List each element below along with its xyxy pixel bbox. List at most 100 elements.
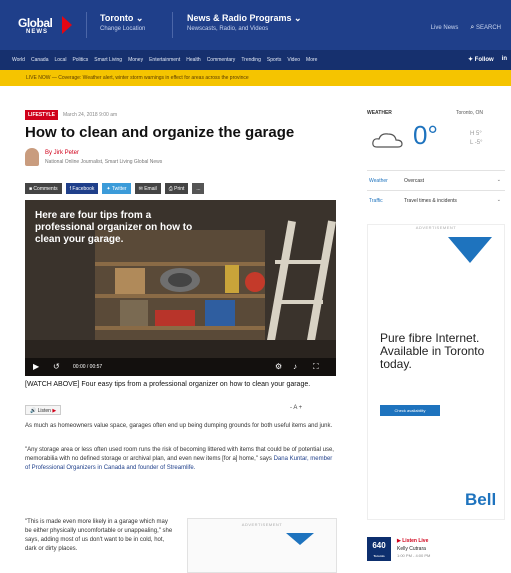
email-share-button[interactable]: ✉ Email [134,183,161,194]
nav-item-entertainment[interactable]: Entertainment [149,57,180,63]
video-overlay-caption: Here are four tips from a professional o… [35,210,193,245]
speaker-icon: 🔊 [30,408,37,414]
play-icon: ▶ [397,538,401,544]
breaking-alert-bar[interactable]: LIVE NOW — Coverage: Weather alert, wint… [0,70,511,86]
programs-selector[interactable]: News & Radio Programs ⌄ Newscasts, Radio… [187,13,302,32]
ad-label: ADVERTISEMENT [415,225,457,230]
article-paragraph: As much as homeowners value space, garag… [25,423,333,429]
chevron-down-icon: ⌄ [135,13,144,23]
category-badge[interactable]: LIFESTYLE [25,110,58,120]
header-divider [86,12,87,38]
main-nav: World Canada Local Politics Smart Living… [0,50,511,70]
listen-button[interactable]: 🔊 Listen ▶ [25,405,62,415]
search-button[interactable]: ⌕ SEARCH [470,24,501,32]
radio-show-name: Kelly Cutrara [397,546,426,552]
twitter-share-button[interactable]: ✦ Twitter [102,183,131,194]
logo-word: Global [18,16,53,30]
ad-chevron-icon [286,533,314,545]
nav-item-politics[interactable]: Politics [72,57,88,63]
comment-icon: ■ [29,186,33,192]
logo-mark-icon [62,16,72,34]
twitter-label: Twitter [111,186,127,192]
nav-item-money[interactable]: Money [128,57,143,63]
print-button[interactable]: ⎙ Print [164,183,189,194]
replay-icon[interactable]: ↺ [53,362,60,371]
play-icon[interactable]: ▶ [33,362,39,371]
weather-row[interactable]: Weather Overcast ⌄ [367,170,505,190]
video-caption-text: [WATCH ABOVE] Four easy tips from a prof… [25,381,311,388]
article-paragraph: "This is made even more likely in a gara… [25,519,173,552]
video-player[interactable]: Here are four tips from a professional o… [25,200,336,376]
nav-item-canada[interactable]: Canada [31,57,49,63]
facebook-label: Facebook [72,186,95,192]
global-news-logo[interactable]: Global NEWS [14,12,74,38]
traffic-row[interactable]: Traffic Travel times & incidents ⌄ [367,190,505,210]
temperature-hi-lo: H 5° L -5° [470,130,483,148]
listen-live-label: Listen Live [402,538,429,544]
nav-item-sports[interactable]: Sports [267,57,281,63]
email-label: Email [144,186,157,192]
live-news-link[interactable]: Live News [431,25,459,31]
font-size-control[interactable]: - A + [290,405,302,411]
change-location-link: Change Location [100,26,146,32]
search-label: SEARCH [475,25,501,31]
inline-advertisement[interactable]: ADVERTISEMENT [187,518,337,573]
sidebar-advertisement[interactable]: ADVERTISEMENT Pure fibre Internet. Avail… [367,224,505,520]
row-key: Traffic [369,198,383,204]
nav-item-world[interactable]: World [12,57,25,63]
twitter-follow-button[interactable]: ✦ Follow [468,56,494,63]
bell-logo: Bell [465,490,497,509]
chevron-down-icon: ⌄ [496,197,501,203]
ad-chevron-icon [448,237,492,263]
nav-item-local[interactable]: Local [54,57,66,63]
high-temp: H 5° [470,131,482,137]
site-header: Global NEWS Toronto ⌄ Change Location Ne… [0,0,511,50]
station-number: 640 [372,541,386,550]
volume-icon[interactable]: ♪ [293,362,297,371]
chevron-down-icon: ⌄ [496,177,501,183]
current-temperature: 0° [413,120,438,150]
radio-station-logo: 640 Toronto [367,537,391,561]
radio-show-time: 1:00 PM - 4:00 PM [397,553,431,558]
chevron-down-icon: ⌄ [294,13,302,23]
nav-item-trending[interactable]: Trending [241,57,261,63]
nav-item-video[interactable]: Video [287,57,300,63]
station-city: Toronto [373,554,385,558]
facebook-share-button[interactable]: f Facebook [65,183,99,194]
weather-location[interactable]: Toronto, ON [456,110,483,116]
settings-icon[interactable]: ⚙ [275,362,282,371]
linkedin-icon[interactable]: in [502,56,507,63]
comments-button[interactable]: ■ Comments [25,183,62,194]
email-icon: ✉ [138,186,143,192]
author-box: By Jirk Peter National Online Journalist… [25,148,162,166]
article-title: How to clean and organize the garage [25,124,295,141]
article-meta: LIFESTYLE March 24, 2018 9:00 am [25,110,117,120]
programs-label: News & Radio Programs [187,13,292,23]
nav-item-more[interactable]: More [306,57,317,63]
search-icon: ⌕ [470,24,475,31]
header-divider [172,12,173,38]
header-actions: Live News ⌕ SEARCH [431,24,501,32]
ad-label: ADVERTISEMENT [241,522,283,527]
nav-item-smart-living[interactable]: Smart Living [94,57,122,63]
article-timestamp: March 24, 2018 9:00 am [62,112,118,118]
author-name[interactable]: By Jirk Peter [45,150,162,156]
comments-label: Comments [33,186,58,192]
cloudy-icon [372,133,403,148]
fullscreen-icon[interactable]: ⛶ [313,362,319,372]
listen-live-link[interactable]: ▶ Listen Live [397,538,428,544]
radio-live-widget[interactable]: 640 Toronto ▶ Listen Live Kelly Cutrara 1… [367,532,505,562]
article-paragraph: "Any storage area or less often used roo… [25,446,336,473]
row-value: Travel times & incidents [404,198,457,204]
print-icon: ⎙ [168,186,173,192]
more-share-button[interactable]: ... [192,183,205,194]
nav-social: ✦ Follow in [468,56,507,63]
location-selector[interactable]: Toronto ⌄ Change Location [100,13,145,32]
nav-item-health[interactable]: Health [186,57,200,63]
ad-cta-button[interactable]: Check availability [380,405,440,416]
low-temp: L -5° [470,140,483,146]
nav-item-commentary[interactable]: Commentary [207,57,236,63]
row-value: Overcast [404,178,425,184]
author-title: National Online Journalist, Smart Living… [45,158,163,165]
facebook-icon: f [69,186,71,192]
